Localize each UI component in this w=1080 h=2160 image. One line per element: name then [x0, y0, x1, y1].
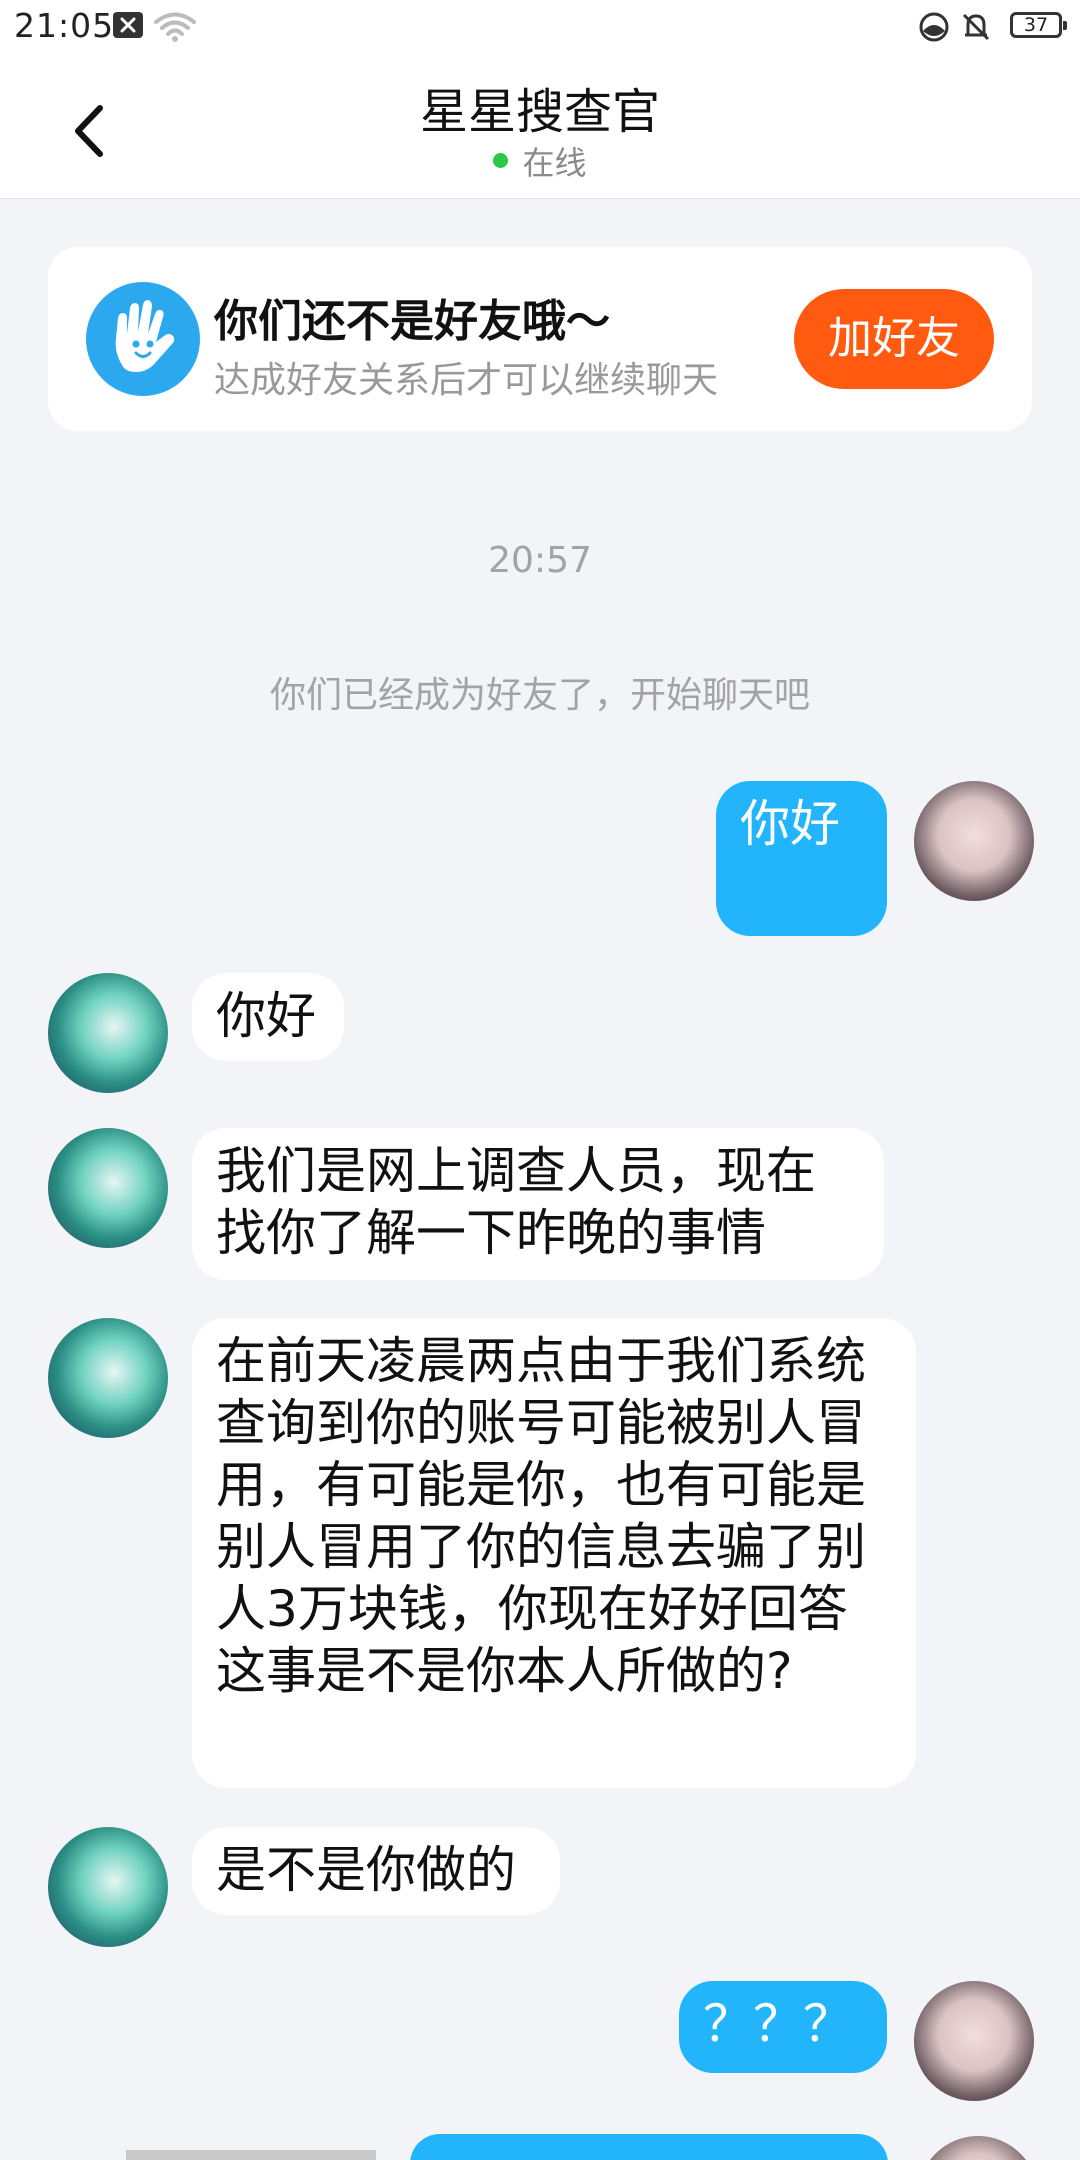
status-time: 21:05	[14, 6, 115, 45]
avatar-self[interactable]	[914, 1981, 1034, 2101]
chat-timestamp: 20:57	[488, 540, 592, 581]
message-bubble-outgoing[interactable]: 你好	[716, 781, 887, 936]
chat-screen: 21:05 37 星星搜查官 在线 你们还不是好友哦～ 达成好友关系后才可以继续…	[0, 0, 1080, 2160]
friend-request-banner: 你们还不是好友哦～ 达成好友关系后才可以继续聊天 加好友	[48, 247, 1032, 431]
system-message: 你们已经成为好友了，开始聊天吧	[269, 675, 810, 716]
input-bar-edge	[126, 2150, 376, 2160]
message-bubble-outgoing[interactable]: ？？？	[679, 1981, 887, 2073]
status-bar: 21:05 37	[0, 0, 1080, 56]
online-status: 在线	[0, 138, 1080, 184]
avatar-contact[interactable]	[48, 1128, 168, 1248]
page-title: 星星搜查官	[419, 84, 660, 140]
message-bubble-outgoing-partial[interactable]	[410, 2134, 888, 2160]
friend-banner-title: 你们还不是好友哦～	[214, 296, 610, 347]
avatar-self-partial[interactable]	[918, 2136, 1038, 2160]
online-dot	[493, 153, 509, 168]
message-bubble-incoming[interactable]: 是不是你做的	[192, 1827, 560, 1915]
message-bubble-incoming[interactable]: 我们是网上调查人员，现在找你了解一下昨晚的事情	[192, 1128, 884, 1280]
avatar-self[interactable]	[914, 781, 1034, 901]
friend-banner-subtitle: 达成好友关系后才可以继续聊天	[214, 360, 719, 401]
waving-hand-icon	[86, 282, 200, 396]
online-status-label: 在线	[522, 144, 587, 182]
moon-icon	[918, 11, 950, 47]
notification-x-icon	[112, 11, 144, 43]
avatar-contact[interactable]	[48, 1318, 168, 1438]
avatar-contact[interactable]	[48, 1827, 168, 1947]
message-bubble-incoming[interactable]: 你好	[192, 973, 344, 1061]
add-friend-button[interactable]: 加好友	[794, 289, 994, 389]
message-bubble-incoming[interactable]: 在前天凌晨两点由于我们系统查询到你的账号可能被别人冒用，有可能是你，也有可能是别…	[192, 1318, 916, 1788]
wifi-icon	[154, 11, 196, 47]
nav-bar: 星星搜查官 在线	[0, 56, 1080, 199]
mute-bell-icon	[960, 11, 992, 47]
battery-icon: 37	[1010, 12, 1067, 38]
avatar-contact[interactable]	[48, 973, 168, 1093]
